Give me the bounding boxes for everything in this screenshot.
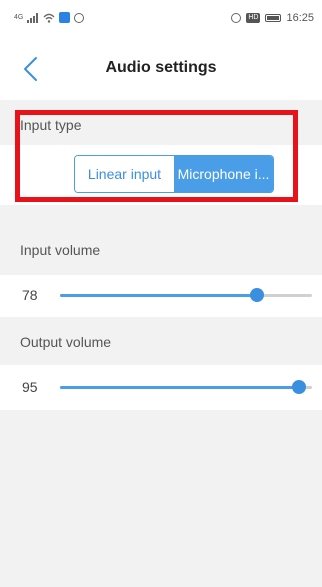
output-volume-slider[interactable] [60, 380, 312, 394]
input-volume-fill [60, 294, 257, 297]
input-volume-thumb[interactable] [249, 288, 264, 302]
hd-badge: HD [246, 13, 261, 23]
alarm-icon [231, 13, 242, 23]
output-volume-fill [60, 386, 300, 389]
input-type-label: Input type [0, 100, 322, 145]
input-volume-slider[interactable] [60, 288, 312, 302]
screen: 4G HD 16:25 Audio settings Input type Li… [0, 0, 322, 587]
whatsapp-icon [74, 12, 85, 23]
input-volume-value: 78 [22, 287, 38, 303]
page-title: Audio settings [105, 59, 217, 76]
status-bar: 4G HD 16:25 [0, 0, 322, 38]
microphone-input-option[interactable]: Microphone i... [174, 156, 273, 192]
status-left: 4G [14, 12, 85, 23]
header: Audio settings [0, 38, 322, 100]
output-volume-value: 95 [22, 379, 38, 395]
status-time: 16:25 [286, 12, 314, 24]
status-right: HD 16:25 [231, 12, 314, 24]
wifi-icon [43, 13, 55, 23]
app-notification-icon [59, 12, 71, 23]
linear-input-option[interactable]: Linear input [75, 156, 174, 192]
battery-icon [265, 14, 282, 22]
output-volume-label: Output volume [0, 317, 322, 365]
signal-icon [27, 12, 39, 23]
input-volume-label: Input volume [0, 205, 322, 275]
input-type-segmented-control: Linear input Microphone i... [74, 155, 274, 193]
network-label: 4G [14, 14, 24, 21]
